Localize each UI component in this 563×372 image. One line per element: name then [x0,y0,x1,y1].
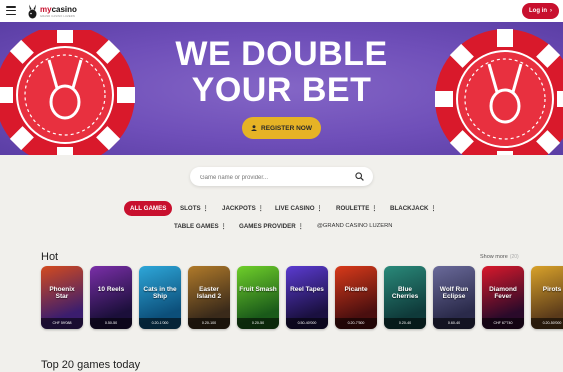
tab-grand-casino-luzern[interactable]: @GRAND CASINO LUZERN [317,221,392,232]
casino-chip-right-image [435,29,563,155]
show-more-link[interactable]: Show more (20) [480,254,519,260]
game-tile[interactable]: Picante 0.20-7'500 [335,266,377,329]
tab-blackjack[interactable]: BLACKJACK ⋮ [390,203,437,214]
promo-banner: WE DOUBLE YOUR BET REGISTER NOW [0,22,563,155]
kebab-icon: ⋮ [220,223,227,230]
game-bet-range: 0.20-50'000 [531,318,563,329]
tab-table-games[interactable]: TABLE GAMES ⋮ [174,221,227,232]
hero-title: WE DOUBLE YOUR BET [175,35,388,109]
top20-section-title: Top 20 games today [41,359,141,371]
login-label: Log in [529,8,547,14]
game-title: Picante [344,286,368,293]
game-title: Blue Cherries [391,286,419,300]
game-title: Easter Island 2 [196,286,222,300]
tab-all-games[interactable]: ALL GAMES [124,201,173,216]
register-now-button[interactable]: REGISTER NOW [242,117,321,139]
show-more-count: (20) [509,254,519,260]
game-tile[interactable]: Phoenix Star CHF 59'088 [41,266,83,329]
game-title: Fruit Smash [239,286,277,293]
logo[interactable]: mycasino GRAND CASINO LUZERN [27,3,77,20]
game-title: Wolf Run Eclipse [439,286,469,300]
logo-text-block: mycasino GRAND CASINO LUZERN [40,4,77,18]
game-bet-range: 0.50-50 [90,318,132,329]
game-tile[interactable]: Pirots 0.20-50'000 [531,266,563,329]
search-input[interactable] [198,170,352,185]
game-bet-range: 0.20-50 [237,318,279,329]
game-bet-range: 0.20-40 [384,318,426,329]
game-title: Diamond Fever [489,286,517,300]
tab-games-provider[interactable]: GAMES PROVIDER ⋮ [239,221,304,232]
rabbit-logo-icon [28,4,37,19]
game-tile[interactable]: Easter Island 2 0.20-100 [188,266,230,329]
game-tile[interactable]: Fruit Smash 0.20-50 [237,266,279,329]
search-bar [190,167,373,186]
menu-icon[interactable] [6,6,16,16]
tab-live-casino[interactable]: LIVE CASINO ⋮ [275,203,323,214]
tab-jackpots[interactable]: JACKPOTS ⋮ [222,203,264,214]
game-bet-range: 0.60-40 [433,318,475,329]
game-bet-range: 0.20-1'000 [139,318,181,329]
game-bet-range: 0.20-7'500 [335,318,377,329]
game-bet-range: 0.50-40'000 [286,318,328,329]
game-tile[interactable]: 10 Reels 0.50-50 [90,266,132,329]
game-bet-range: CHF 67'740 [482,318,524,329]
game-title: Reel Tapes [290,286,324,293]
logo-subtitle: GRAND CASINO LUZERN [40,14,75,18]
game-title: Pirots [542,286,562,293]
logo-text: mycasino [40,4,77,14]
kebab-icon: ⋮ [430,205,437,212]
user-icon [251,125,258,131]
game-title: 10 Reels [97,286,125,293]
top-header: mycasino GRAND CASINO LUZERN Log in › [0,0,563,23]
register-label: REGISTER NOW [261,124,312,132]
game-bet-range: CHF 59'088 [41,318,83,329]
game-title: Phoenix Star [49,286,75,300]
game-tile[interactable]: Cats in the Ship 0.20-1'000 [139,266,181,329]
game-tile[interactable]: Reel Tapes 0.50-40'000 [286,266,328,329]
kebab-icon: ⋮ [316,205,323,212]
kebab-icon: ⋮ [297,223,304,230]
hot-section-title: Hot [41,251,59,263]
game-tile[interactable]: Diamond Fever CHF 67'740 [482,266,524,329]
game-tile[interactable]: Wolf Run Eclipse 0.60-40 [433,266,475,329]
kebab-icon: ⋮ [371,205,378,212]
game-title: Cats in the Ship [143,286,177,300]
login-button[interactable]: Log in › [522,3,559,19]
search-icon[interactable] [355,172,364,181]
game-tile[interactable]: Blue Cherries 0.20-40 [384,266,426,329]
kebab-icon: ⋮ [202,205,209,212]
casino-chip-left-image [0,30,135,155]
chevron-right-icon: › [550,8,552,14]
game-bet-range: 0.20-100 [188,318,230,329]
tab-roulette[interactable]: ROULETTE ⋮ [336,203,378,214]
kebab-icon: ⋮ [257,205,264,212]
tab-slots[interactable]: SLOTS ⋮ [180,203,209,214]
